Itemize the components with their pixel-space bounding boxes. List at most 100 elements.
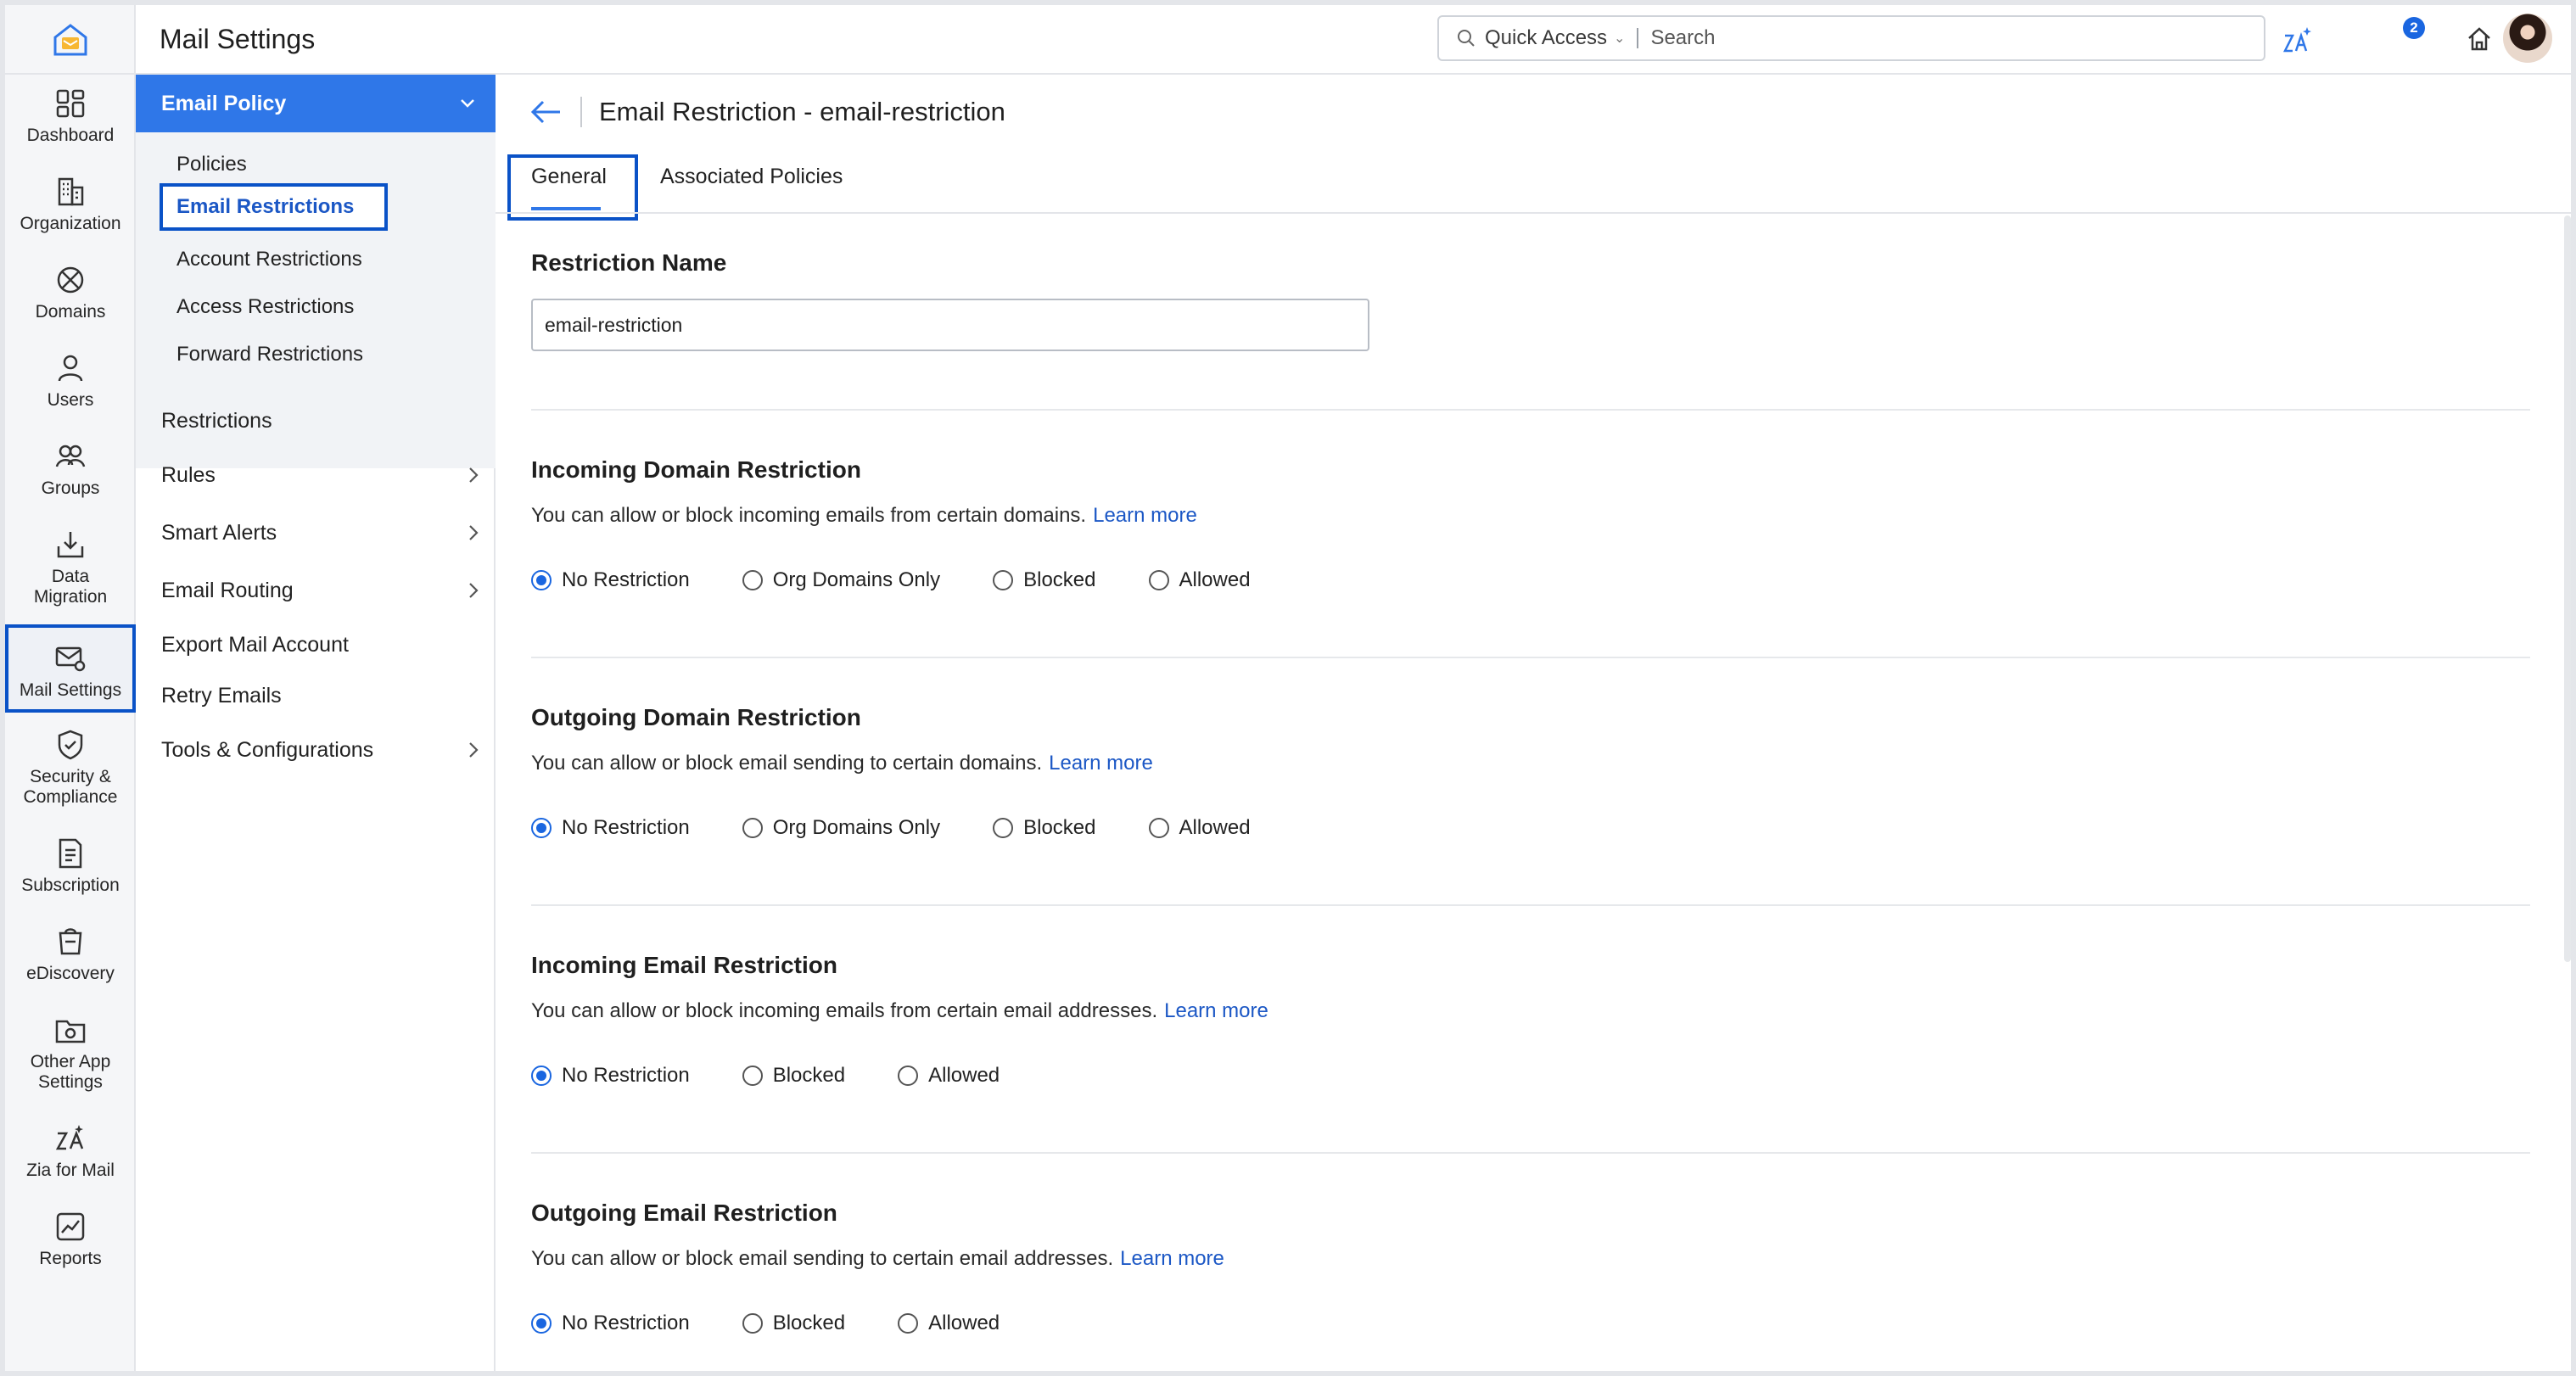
rail-item-ediscovery[interactable]: eDiscovery (5, 925, 136, 984)
rail-item-reports[interactable]: Reports (5, 1210, 136, 1269)
sidebar-item-email-routing[interactable]: Email Routing (161, 579, 294, 603)
rail-item-label: Domains (35, 302, 106, 322)
chevron-down-icon (461, 99, 474, 108)
radio-label: Allowed (1179, 568, 1251, 591)
section-divider (531, 1152, 2530, 1154)
rail-item-organization[interactable]: Organization (5, 175, 136, 234)
search-input[interactable]: Quick Access ⌄ Search (1437, 15, 2265, 61)
home-icon[interactable] (2466, 25, 2493, 53)
restriction-name-input[interactable]: email-restriction (531, 299, 1369, 351)
tab-associated-policies[interactable]: Associated Policies (660, 165, 843, 189)
zia-icon (55, 1125, 84, 1150)
radio-label: No Restriction (562, 568, 690, 591)
radio-org-domains-only[interactable]: Org Domains Only (742, 816, 940, 840)
content-scrollbar[interactable] (2564, 215, 2571, 962)
rail-item-groups[interactable]: Groups (5, 439, 136, 499)
sidebar-item-forward-restrictions[interactable]: Forward Restrictions (176, 343, 363, 366)
radio-button[interactable] (531, 1066, 552, 1086)
radio-button[interactable] (742, 818, 763, 838)
sidebar-item-policies[interactable]: Policies (176, 153, 247, 176)
radio-button[interactable] (898, 1066, 919, 1086)
rail-item-label: Groups (41, 478, 100, 498)
rail-item-zia-for-mail[interactable]: Zia for Mail (5, 1121, 136, 1181)
radio-no-restriction[interactable]: No Restriction (531, 1064, 690, 1088)
back-arrow-icon[interactable] (529, 99, 563, 125)
search-scope[interactable]: Quick Access (1485, 26, 1607, 50)
radio-button[interactable] (993, 818, 1014, 838)
radio-button[interactable] (531, 1313, 552, 1334)
rail-item-security-compliance[interactable]: Security & Compliance (5, 728, 136, 808)
rail-item-users[interactable]: Users (5, 351, 136, 411)
radio-button[interactable] (993, 570, 1014, 590)
sidebar-item-email-restrictions[interactable]: Email Restrictions (160, 183, 389, 231)
sidebar-item-restrictions[interactable]: Restrictions (161, 409, 272, 433)
security-icon (58, 730, 83, 760)
section-divider (531, 409, 2530, 411)
rail-item-label: Data Migration (33, 567, 108, 607)
rail-item-other-app-settings[interactable]: Other App Settings (5, 1013, 136, 1093)
app-logo[interactable] (5, 5, 136, 75)
radio-label: No Restriction (562, 1064, 690, 1087)
zia-assistant-icon[interactable] (2282, 25, 2313, 54)
avatar[interactable] (2503, 14, 2552, 63)
organization-icon (58, 177, 84, 206)
app-logo-icon (53, 24, 87, 56)
app-title: Mail Settings (160, 24, 316, 54)
sidebar-item-export-mail-account[interactable]: Export Mail Account (161, 633, 349, 657)
radio-button[interactable] (531, 570, 552, 590)
radio-button[interactable] (1148, 818, 1169, 838)
rail-item-mail-settings[interactable]: Mail Settings (5, 624, 136, 713)
radio-allowed[interactable]: Allowed (1148, 568, 1251, 592)
section-description: You can allow or block email sending to … (531, 752, 1043, 775)
mail-settings-icon (55, 646, 86, 672)
incoming-domain-restriction-title: Incoming Domain Restriction (531, 456, 861, 483)
radio-button[interactable] (1148, 570, 1169, 590)
rail-item-dashboard[interactable]: Dashboard (5, 87, 136, 146)
radio-blocked[interactable]: Blocked (993, 568, 1096, 592)
radio-blocked[interactable]: Blocked (742, 1064, 845, 1088)
sidebar-item-smart-alerts[interactable]: Smart Alerts (161, 521, 277, 545)
radio-no-restriction[interactable]: No Restriction (531, 1312, 690, 1335)
radio-button[interactable] (898, 1313, 919, 1334)
rail-item-subscription[interactable]: Subscription (5, 836, 136, 896)
sidebar-item-account-restrictions[interactable]: Account Restrictions (176, 248, 362, 271)
radio-allowed[interactable]: Allowed (898, 1064, 1000, 1088)
ediscovery-icon (59, 928, 82, 955)
sidebar-section-email-policy[interactable]: Email Policy (136, 75, 496, 132)
learn-more-link[interactable]: Learn more (1164, 999, 1268, 1022)
radio-allowed[interactable]: Allowed (898, 1312, 1000, 1335)
tab-general[interactable]: General (531, 165, 607, 189)
sidebar-item-access-restrictions[interactable]: Access Restrictions (176, 295, 354, 319)
rail-item-label: Dashboard (26, 126, 115, 145)
domains-icon (57, 266, 84, 294)
radio-blocked[interactable]: Blocked (742, 1312, 845, 1335)
radio-blocked[interactable]: Blocked (993, 816, 1096, 840)
rail-item-data-migration[interactable]: Data Migration (5, 528, 136, 607)
search-icon (1458, 30, 1475, 47)
radio-org-domains-only[interactable]: Org Domains Only (742, 568, 940, 592)
header-separator (580, 97, 582, 127)
learn-more-link[interactable]: Learn more (1093, 504, 1197, 527)
sidebar-item-rules[interactable]: Rules (161, 463, 216, 488)
section-description: You can allow or block incoming emails f… (531, 504, 1087, 527)
radio-label: Org Domains Only (772, 816, 941, 839)
radio-label: Blocked (1023, 816, 1096, 839)
app-rail: Dashboard Organization Domains Users Gro… (5, 5, 136, 1371)
incoming-email-restriction-desc: You can allow or block incoming emails f… (531, 999, 1268, 1023)
sidebar-item-tools-configurations[interactable]: Tools & Configurations (161, 738, 373, 763)
radio-allowed[interactable]: Allowed (1148, 816, 1251, 840)
radio-button[interactable] (531, 818, 552, 838)
incoming-email-restriction-title: Incoming Email Restriction (531, 952, 837, 978)
incoming-domain-options: No Restriction Org Domains Only Blocked … (531, 568, 1303, 592)
rail-item-domains[interactable]: Domains (5, 263, 136, 322)
incoming-email-options: No Restriction Blocked Allowed (531, 1064, 1052, 1088)
radio-no-restriction[interactable]: No Restriction (531, 568, 690, 592)
radio-button[interactable] (742, 1066, 763, 1086)
learn-more-link[interactable]: Learn more (1049, 752, 1153, 775)
tabs-divider (496, 212, 2571, 214)
radio-button[interactable] (742, 1313, 763, 1334)
radio-no-restriction[interactable]: No Restriction (531, 816, 690, 840)
radio-button[interactable] (742, 570, 763, 590)
sidebar-item-retry-emails[interactable]: Retry Emails (161, 684, 282, 708)
learn-more-link[interactable]: Learn more (1120, 1247, 1224, 1270)
